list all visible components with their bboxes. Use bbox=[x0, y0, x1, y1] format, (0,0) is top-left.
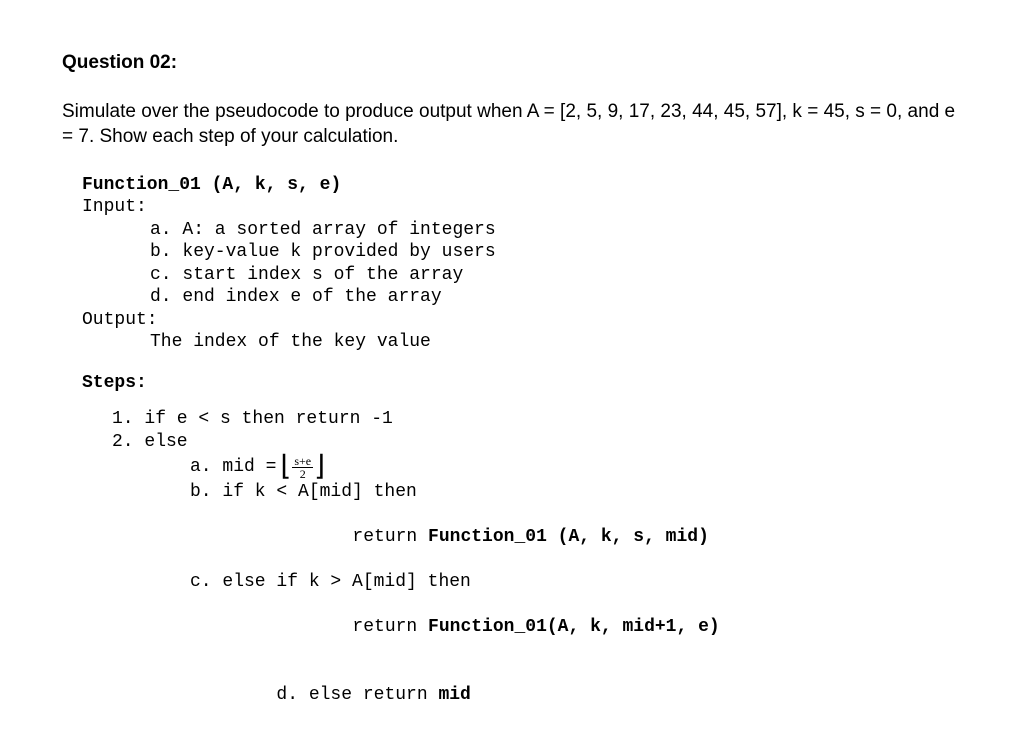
floor-left-bar: ⌊ bbox=[280, 453, 291, 481]
step-2: 2. else bbox=[112, 431, 962, 454]
function-signature: Function_01 (A, k, s, e) bbox=[82, 174, 962, 197]
floor-right-bar: ⌋ bbox=[314, 453, 325, 481]
step-2b-return: return Function_01 (A, k, s, mid) bbox=[266, 504, 962, 572]
return-call-1: Function_01 (A, k, s, mid) bbox=[428, 527, 709, 547]
question-instruction: Simulate over the pseudocode to produce … bbox=[62, 99, 962, 150]
input-a: a. A: a sorted array of integers bbox=[150, 219, 962, 242]
return-keyword-2: return bbox=[352, 617, 428, 637]
return-keyword: return bbox=[352, 527, 428, 547]
step-2d-prefix: d. else return bbox=[276, 685, 438, 705]
steps-label: Steps: bbox=[82, 372, 962, 395]
step-2b: b. if k < A[mid] then bbox=[190, 481, 962, 504]
step-2c-return: return Function_01(A, k, mid+1, e) bbox=[266, 594, 962, 662]
pseudocode-block: Function_01 (A, k, s, e) Input: a. A: a … bbox=[82, 174, 962, 729]
step-2d-mid: mid bbox=[438, 685, 470, 705]
input-d: d. end index e of the array bbox=[150, 286, 962, 309]
input-c: c. start index s of the array bbox=[150, 264, 962, 287]
fraction: s+e 2 bbox=[292, 455, 313, 480]
step-1: 1. if e < s then return -1 bbox=[112, 408, 962, 431]
output-label: Output: bbox=[82, 309, 962, 332]
step-2a: a. mid = ⌊ s+e 2 ⌋ bbox=[190, 453, 962, 481]
step-2d: d. else return mid bbox=[190, 661, 962, 729]
step-2a-prefix: a. mid = bbox=[190, 456, 276, 479]
fraction-denominator: 2 bbox=[298, 468, 308, 480]
input-b: b. key-value k provided by users bbox=[150, 241, 962, 264]
floor-expression: ⌊ s+e 2 ⌋ bbox=[280, 453, 325, 481]
question-title: Question 02: bbox=[62, 50, 962, 77]
return-call-2: Function_01(A, k, mid+1, e) bbox=[428, 617, 720, 637]
input-label: Input: bbox=[82, 196, 962, 219]
output-text: The index of the key value bbox=[150, 331, 962, 354]
step-2c: c. else if k > A[mid] then bbox=[190, 571, 962, 594]
fraction-numerator: s+e bbox=[292, 455, 313, 468]
